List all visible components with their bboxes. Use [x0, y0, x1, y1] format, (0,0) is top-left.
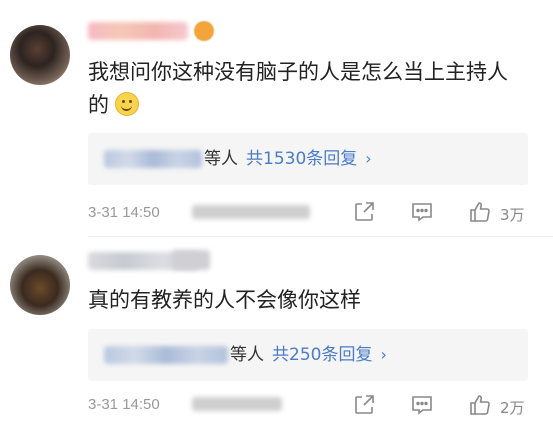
comment-meta: 3-31 14:50 — [88, 203, 310, 221]
replies-deng: 等人 — [204, 149, 238, 169]
replier-names-blurred — [104, 150, 202, 168]
replies-summary[interactable]: 等人 共250条回复 › — [230, 341, 387, 369]
username-blurred[interactable] — [88, 22, 188, 40]
comment-text[interactable]: 我想问你这种没有脑子的人是怎么当上主持人的 — [88, 56, 528, 122]
replies-box[interactable]: 等人 共250条回复 › — [88, 329, 528, 381]
like-count: 3万 — [500, 206, 525, 224]
avatar[interactable] — [10, 25, 70, 85]
share-icon[interactable] — [352, 200, 376, 224]
like-count: 2万 — [500, 399, 525, 417]
chevron-right-icon[interactable]: › — [380, 345, 386, 364]
comment-text[interactable]: 真的有教养的人不会像你这样 — [88, 284, 528, 317]
thumbs-up-icon[interactable] — [468, 200, 492, 224]
comment-icon[interactable] — [410, 200, 434, 224]
replies-deng: 等人 — [230, 345, 264, 365]
comment-item: 真的有教养的人不会像你这样 等人 共250条回复 › 3-31 14:50 2万 — [0, 238, 553, 424]
reply-count-link[interactable]: 共250条回复 — [272, 345, 372, 365]
comment-meta: 3-31 14:50 — [88, 395, 282, 413]
comment-icon[interactable] — [410, 393, 434, 417]
thumbs-up-icon[interactable] — [468, 393, 492, 417]
reply-count-link[interactable]: 共1530条回复 — [246, 149, 357, 169]
share-icon[interactable] — [352, 393, 376, 417]
avatar[interactable] — [10, 255, 70, 315]
user-badge-icon — [194, 21, 214, 41]
comment-time: 3-31 14:50 — [88, 204, 160, 221]
replier-names-blurred — [104, 346, 228, 364]
chevron-right-icon[interactable]: › — [365, 149, 371, 168]
source-blurred — [192, 205, 310, 219]
divider — [88, 236, 553, 237]
replies-summary[interactable]: 等人 共1530条回复 › — [204, 145, 372, 173]
replies-box[interactable]: 等人 共1530条回复 › — [88, 133, 528, 185]
source-blurred — [192, 397, 282, 411]
user-tag-blurred — [172, 250, 210, 270]
smile-emoji-icon — [115, 92, 139, 116]
comment-time: 3-31 14:50 — [88, 396, 160, 413]
comment-item: 我想问你这种没有脑子的人是怎么当上主持人的 等人 共1530条回复 › 3-31 1… — [0, 0, 553, 236]
